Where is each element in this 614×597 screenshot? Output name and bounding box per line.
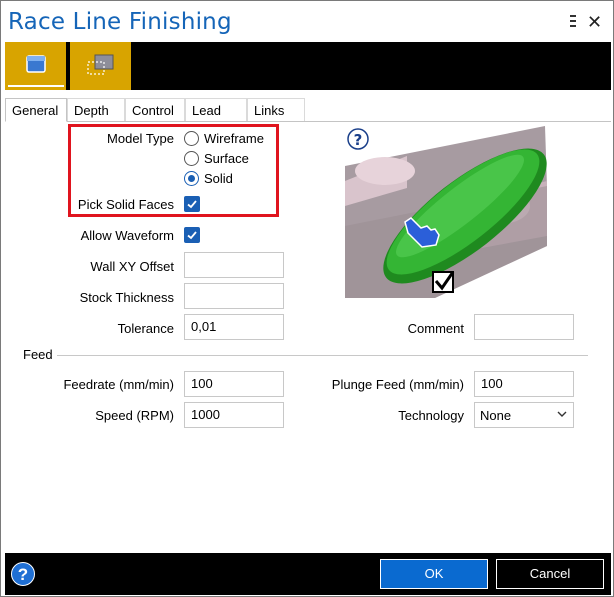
- technology-select[interactable]: None: [474, 402, 574, 428]
- toolbar: [5, 42, 611, 90]
- comment-label: Comment: [407, 321, 464, 336]
- speed-label: Speed (RPM): [95, 408, 174, 423]
- feedrate-label: Feedrate (mm/min): [63, 377, 174, 392]
- toolbar-button-operation[interactable]: [5, 42, 66, 90]
- wall-xy-offset-label: Wall XY Offset: [90, 259, 174, 274]
- footer-bar: ? OK Cancel: [5, 553, 611, 595]
- tolerance-label: Tolerance: [117, 321, 174, 336]
- toolbar-button-boundary[interactable]: [70, 42, 131, 90]
- operation-icon: [26, 55, 46, 73]
- ok-button[interactable]: OK: [380, 559, 488, 589]
- menu-icon[interactable]: [567, 14, 579, 28]
- title-bar: Race Line Finishing ✕: [1, 1, 613, 41]
- plunge-feed-label: Plunge Feed (mm/min): [331, 377, 464, 392]
- technology-selected-value: None: [480, 408, 512, 423]
- stock-thickness-label: Stock Thickness: [79, 290, 174, 305]
- allow-waveform-checkbox[interactable]: [184, 227, 200, 243]
- dialog-window: Race Line Finishing ✕ General Depth Cont…: [0, 0, 614, 597]
- tab-lead[interactable]: Lead: [185, 98, 247, 122]
- wall-xy-offset-input[interactable]: [184, 252, 284, 278]
- feed-group-label: Feed: [23, 347, 57, 362]
- speed-input[interactable]: 1000: [184, 402, 284, 428]
- preview-image: ?: [345, 126, 547, 298]
- highlight-box: [68, 124, 279, 217]
- technology-label: Technology: [398, 408, 464, 423]
- svg-text:?: ?: [354, 131, 363, 149]
- comment-input[interactable]: [474, 314, 574, 340]
- boundary-icon: [87, 54, 114, 75]
- tab-general[interactable]: General: [5, 98, 67, 122]
- tab-strip: General Depth Control Lead Links: [5, 98, 611, 122]
- allow-waveform-label: Allow Waveform: [80, 228, 174, 243]
- tolerance-input[interactable]: 0,01: [184, 314, 284, 340]
- solid-model-illustration: ?: [345, 126, 547, 298]
- window-title: Race Line Finishing: [8, 9, 232, 35]
- tab-divider: [5, 121, 611, 122]
- question-help-icon: ?: [347, 128, 369, 150]
- close-icon[interactable]: ✕: [587, 12, 602, 33]
- cancel-button[interactable]: Cancel: [496, 559, 604, 589]
- tab-depth[interactable]: Depth: [67, 98, 125, 122]
- stock-thickness-input[interactable]: [184, 283, 284, 309]
- help-icon[interactable]: ?: [11, 562, 35, 586]
- tab-control[interactable]: Control: [125, 98, 185, 122]
- toolbar-active-indicator: [8, 85, 64, 87]
- tab-links[interactable]: Links: [247, 98, 305, 122]
- checkmark-icon: [187, 231, 197, 240]
- chevron-down-icon: [557, 411, 567, 417]
- plunge-feed-input[interactable]: 100: [474, 371, 574, 397]
- feed-group-divider: [41, 355, 588, 356]
- feedrate-input[interactable]: 100: [184, 371, 284, 397]
